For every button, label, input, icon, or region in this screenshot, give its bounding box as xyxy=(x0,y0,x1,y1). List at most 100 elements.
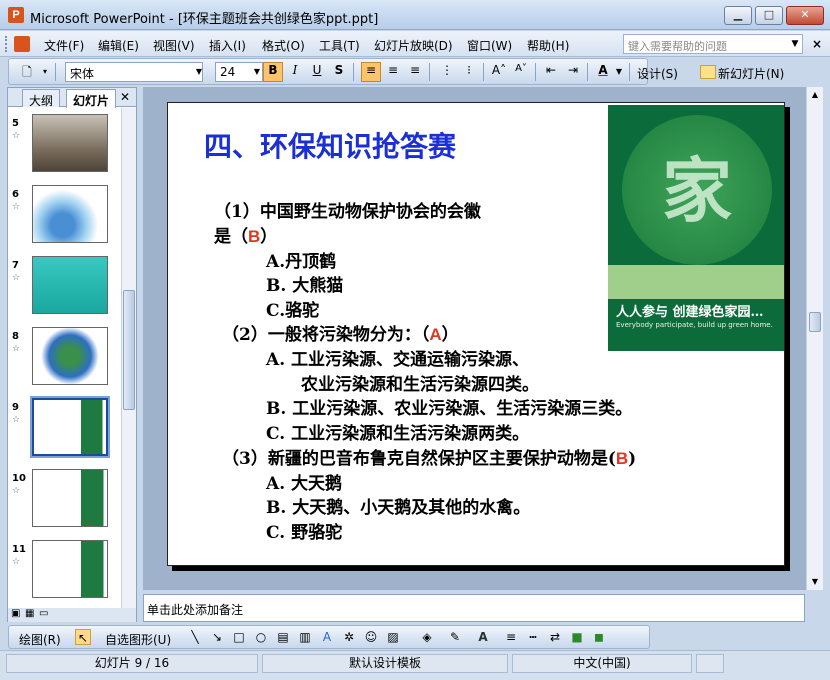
draw-menu-button[interactable]: 绘图(R) xyxy=(19,631,61,648)
q2-option-c[interactable]: C. 工业污染源和生活污染源两类。 xyxy=(266,419,529,444)
font-color-icon[interactable]: A xyxy=(593,62,613,82)
menu-edit[interactable]: 编辑(E) xyxy=(98,37,139,54)
dash-style-icon[interactable]: ┅ xyxy=(525,629,541,645)
bold-button[interactable]: B xyxy=(263,62,283,82)
line-color-icon[interactable]: ✎ xyxy=(447,629,463,645)
slide-thumbnail-10[interactable]: 10 ☆ xyxy=(8,469,121,534)
decrease-font-icon[interactable]: A˅ xyxy=(511,62,531,82)
close-button[interactable]: ✕ xyxy=(786,6,824,25)
clipart-icon[interactable]: ☺ xyxy=(363,629,379,645)
maximize-button[interactable]: □ xyxy=(755,6,783,25)
question-1[interactable]: （1）中国野生动物保护协会的会徽 xyxy=(214,197,481,222)
rectangle-icon[interactable]: □ xyxy=(231,629,247,645)
slide-thumbnail-8[interactable]: 8 ☆ xyxy=(8,327,121,392)
notes-pane[interactable]: 单击此处添加备注 xyxy=(143,594,805,622)
line-icon[interactable]: ╲ xyxy=(187,629,203,645)
slide-vertical-scrollbar[interactable]: ▲ ▼ xyxy=(806,87,823,590)
underline-button[interactable]: U xyxy=(307,62,327,82)
menu-slideshow[interactable]: 幻灯片放映(D) xyxy=(374,37,453,54)
wordart-icon[interactable]: A xyxy=(319,629,335,645)
help-search-input[interactable]: 键入需要帮助的问题 xyxy=(623,34,803,54)
font-color-dropdown-icon[interactable]: ▼ xyxy=(613,62,625,82)
slides-pane-scrollbar[interactable] xyxy=(121,108,136,608)
align-right-icon[interactable]: ≡ xyxy=(405,62,425,82)
question-2[interactable]: （2）一般将污染物分为：（A） xyxy=(222,320,459,345)
q1-option-a[interactable]: A.丹顶鹤 xyxy=(266,247,336,272)
align-center-icon[interactable]: ≡ xyxy=(383,62,403,82)
design-template-status[interactable]: 默认设计模板 xyxy=(262,654,508,673)
align-left-icon[interactable]: ≡ xyxy=(361,62,381,82)
slide-sorter-view-icon[interactable]: ▦ xyxy=(25,608,34,619)
powerpoint-app-icon[interactable]: P xyxy=(8,7,24,23)
normal-view-icon[interactable]: ▣ xyxy=(11,608,20,619)
decrease-indent-icon[interactable]: ⇤ xyxy=(541,62,561,82)
font-size-dropdown-icon[interactable]: ▼ xyxy=(251,62,263,82)
slide-title[interactable]: 四、环保知识抢答赛 xyxy=(204,125,456,165)
increase-font-icon[interactable]: A˄ xyxy=(489,62,509,82)
oval-icon[interactable]: ○ xyxy=(253,629,269,645)
italic-button[interactable]: I xyxy=(285,62,305,82)
toolbar-grip[interactable] xyxy=(5,36,8,52)
menu-tools[interactable]: 工具(T) xyxy=(319,37,360,54)
autoshapes-menu-button[interactable]: 自选图形(U) xyxy=(105,631,171,648)
increase-indent-icon[interactable]: ⇥ xyxy=(563,62,583,82)
q3-option-c[interactable]: C. 野骆驼 xyxy=(266,518,342,543)
slide-thumbnail-5[interactable]: 5 ☆ xyxy=(8,114,121,179)
menu-format[interactable]: 格式(O) xyxy=(262,37,305,54)
textbox-icon[interactable]: ▤ xyxy=(275,629,291,645)
scrollbar-thumb[interactable] xyxy=(809,312,821,332)
q2-option-a-line1[interactable]: A. 工业污染源、交通运输污染源、 xyxy=(266,345,529,370)
menu-window[interactable]: 窗口(W) xyxy=(467,37,512,54)
bullets-icon[interactable]: ⁝ xyxy=(459,62,479,82)
menu-view[interactable]: 视图(V) xyxy=(153,37,195,54)
design-button[interactable]: 设计(S) xyxy=(637,65,678,82)
q3-option-b[interactable]: B. 大天鹅、小天鹅及其他的水禽。 xyxy=(266,493,530,518)
line-style-icon[interactable]: ≡ xyxy=(503,629,519,645)
document-icon[interactable] xyxy=(14,36,30,52)
font-color-icon[interactable]: A xyxy=(475,629,491,645)
q2-option-b[interactable]: B. 工业污染源、农业污染源、生活污染源三类。 xyxy=(266,394,632,419)
new-slide-button[interactable]: 新幻灯片(N) xyxy=(718,65,784,82)
scroll-down-icon[interactable]: ▼ xyxy=(807,574,823,590)
shadow-style-icon[interactable]: ■ xyxy=(569,629,585,645)
minimize-button[interactable]: ▁ xyxy=(724,6,752,25)
current-slide[interactable]: 家 人人参与 创建绿色家园… Everybody participate, bu… xyxy=(167,102,785,566)
new-slide-icon[interactable] xyxy=(700,65,716,79)
new-document-icon[interactable]: 🗋 xyxy=(17,62,37,82)
q1-option-b[interactable]: B. 大熊猫 xyxy=(266,271,343,296)
picture-icon[interactable]: ▨ xyxy=(385,629,401,645)
select-pointer-icon[interactable]: ↖ xyxy=(75,629,91,645)
slide-thumbnail-7[interactable]: 7 ☆ xyxy=(8,256,121,321)
scrollbar-thumb[interactable] xyxy=(123,290,135,410)
vertical-textbox-icon[interactable]: ▥ xyxy=(297,629,313,645)
arrow-style-icon[interactable]: ⇄ xyxy=(547,629,563,645)
pane-close-icon[interactable]: ✕ xyxy=(120,90,130,104)
arrow-icon[interactable]: ↘ xyxy=(209,629,225,645)
question-3[interactable]: （3）新疆的巴音布鲁克自然保护区主要保护动物是(B) xyxy=(222,444,636,469)
shadow-button[interactable]: S xyxy=(329,62,349,82)
toolbar-options-icon[interactable]: ▾ xyxy=(39,62,51,82)
question-1-continued[interactable]: 是（B） xyxy=(214,222,277,247)
slide-thumbnail-11[interactable]: 11 ☆ xyxy=(8,540,121,605)
scroll-up-icon[interactable]: ▲ xyxy=(807,87,823,103)
font-name-select[interactable]: 宋体 xyxy=(65,62,203,82)
help-dropdown-icon[interactable]: ▼ xyxy=(787,34,803,54)
numbering-icon[interactable]: ⋮ xyxy=(437,62,457,82)
slide-number: 5 xyxy=(12,118,19,129)
q2-option-a-line2[interactable]: 农业污染源和生活污染源四类。 xyxy=(301,370,539,395)
menu-file[interactable]: 文件(F) xyxy=(44,37,84,54)
q1-option-c[interactable]: C.骆驼 xyxy=(266,296,319,321)
3d-style-icon[interactable]: ◼ xyxy=(591,629,607,645)
tab-slides[interactable]: 幻灯片 xyxy=(66,89,117,108)
menu-insert[interactable]: 插入(I) xyxy=(209,37,246,54)
font-name-dropdown-icon[interactable]: ▼ xyxy=(193,62,205,82)
slide-thumbnail-9[interactable]: 9 ☆ xyxy=(8,396,121,463)
document-close-button[interactable]: × xyxy=(812,37,822,51)
menu-help[interactable]: 帮助(H) xyxy=(527,37,569,54)
tab-outline[interactable]: 大纲 xyxy=(22,89,61,108)
slideshow-view-icon[interactable]: ▭ xyxy=(39,608,48,619)
fill-color-icon[interactable]: ◈ xyxy=(419,629,435,645)
diagram-icon[interactable]: ✲ xyxy=(341,629,357,645)
slide-thumbnail-6[interactable]: 6 ☆ xyxy=(8,185,121,250)
q3-option-a[interactable]: A. 大天鹅 xyxy=(266,469,342,494)
